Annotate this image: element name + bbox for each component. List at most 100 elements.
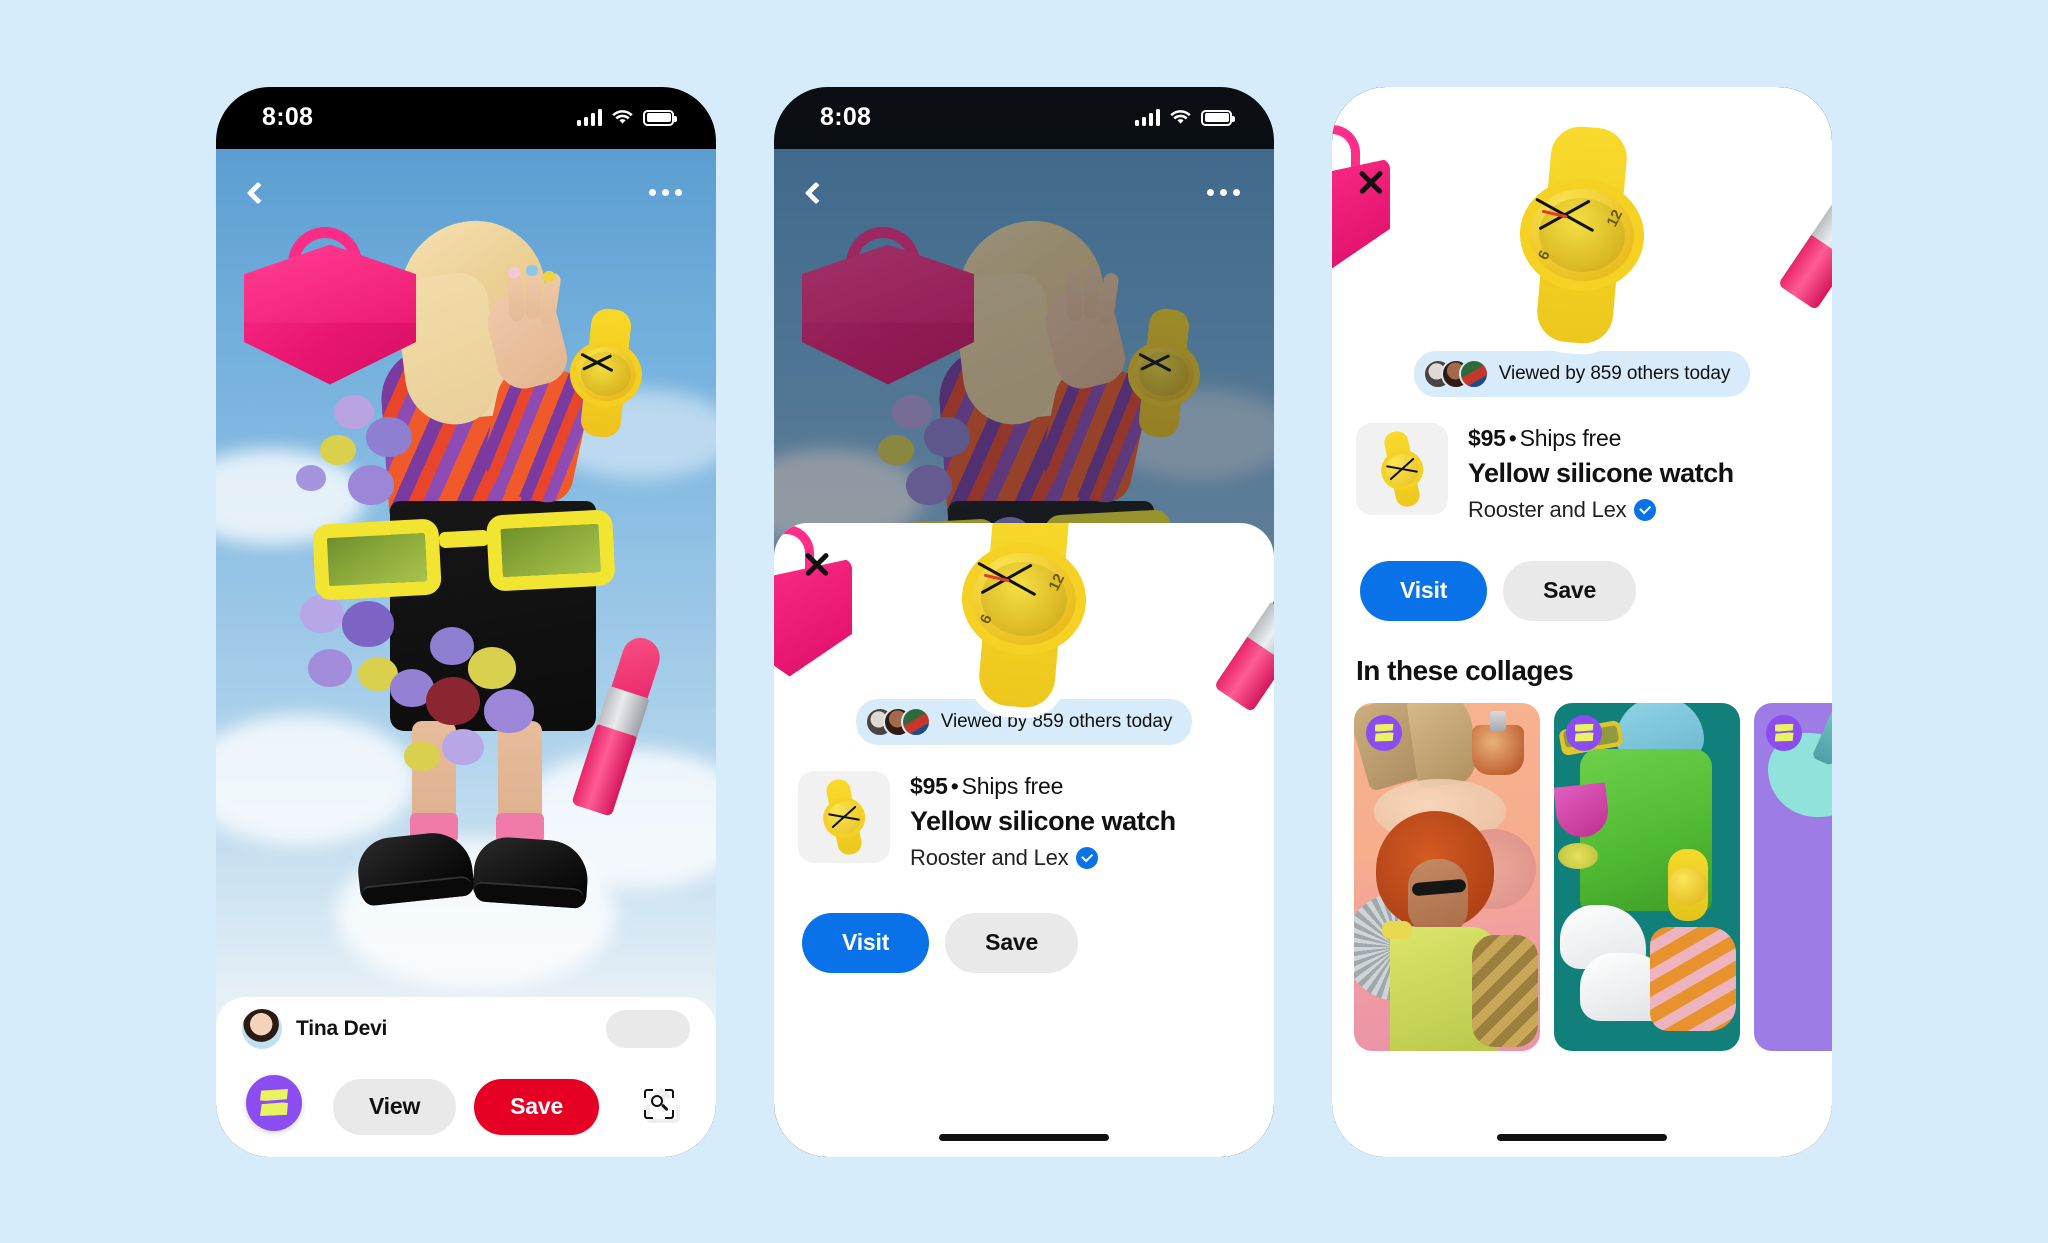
nail-shape (543, 270, 555, 282)
status-icons (576, 109, 677, 126)
status-time: 8:08 (1378, 103, 1430, 131)
perfume-bottle (1472, 724, 1524, 775)
viewer-avatar-3 (1458, 358, 1489, 389)
yellow-watch-accent (1382, 920, 1412, 939)
handbag-sticker (244, 226, 416, 385)
shipping-text: Ships free (961, 772, 1064, 799)
flower-shape (430, 626, 474, 665)
cloud-shape (216, 714, 416, 845)
striped-towel (1650, 926, 1736, 1031)
product-thumbnail-watch[interactable] (1356, 422, 1448, 515)
save-button[interactable]: Save (945, 912, 1079, 973)
separator: • (950, 772, 959, 799)
status-time: 8:08 (262, 103, 314, 131)
battery-full-icon (643, 109, 677, 126)
phone3-screen: 12 6 Viewed by 859 others today $95 • Sh… (1332, 86, 1832, 1157)
price: $95 (910, 772, 948, 799)
status-icons (1134, 109, 1235, 126)
cellular-signal-icon (1692, 109, 1718, 126)
phone1-image-top-bar (216, 167, 716, 219)
product-title: Yellow silicone watch (910, 805, 1176, 836)
flower-shape (320, 434, 356, 465)
collage-card[interactable] (1754, 702, 1832, 1051)
shipping-text: Ships free (1519, 424, 1622, 451)
watch-case (566, 336, 646, 411)
bag-flap (244, 244, 416, 323)
viewer-avatar-stack (864, 706, 931, 737)
flower-shape (366, 416, 412, 457)
close-icon[interactable] (800, 547, 834, 581)
back-icon[interactable] (246, 181, 270, 204)
overflow-menu-icon[interactable] (1207, 189, 1240, 196)
phone3-body: 12 6 Viewed by 859 others today $95 • Sh… (1332, 123, 1832, 1157)
back-icon[interactable] (804, 181, 828, 204)
nail-shape (508, 266, 520, 278)
price: $95 (1468, 424, 1506, 451)
chain-shape (1472, 934, 1538, 1047)
lipstick-sticker (1207, 551, 1274, 717)
product-row[interactable]: $95 • Ships free Yellow silicone watch Roo… (774, 745, 1274, 871)
flower-shape (484, 688, 534, 733)
perfume-cap (1490, 710, 1506, 731)
phone-mockup-2: 12 6 Viewed by 859 others today $95 • Sh… (774, 86, 1274, 1157)
collage-card[interactable] (1354, 702, 1540, 1051)
flower-shape (334, 394, 374, 429)
sheet-hero: 12 6 (774, 522, 1274, 712)
price-shipping-line: $95 • Ships free (910, 773, 1176, 800)
close-icon[interactable] (1354, 165, 1388, 199)
follow-button[interactable] (606, 1009, 690, 1048)
product-row[interactable]: $95 • Ships free Yellow silicone watch Roo… (1332, 397, 1832, 523)
avatar (242, 1008, 282, 1049)
visit-button[interactable]: Visit (1360, 560, 1488, 621)
lens-glyph (644, 1088, 674, 1119)
flower-shape (296, 464, 326, 491)
merchant-name: Rooster and Lex (910, 844, 1069, 870)
save-button[interactable]: Save (1503, 560, 1637, 621)
collage-badge-icon[interactable] (246, 1074, 302, 1131)
flower-shape (308, 648, 352, 687)
collages-carousel[interactable] (1332, 702, 1832, 1051)
phone1-status-bar: 8:08 (216, 87, 716, 149)
phone1-screen: Tina Devi View Save 8:08 (216, 87, 716, 1157)
viewed-by-text: Viewed by 859 others today (940, 710, 1173, 732)
flower-shape (404, 740, 440, 771)
boot-shape (1406, 702, 1480, 789)
overflow-menu-icon[interactable] (649, 189, 682, 196)
watch-face (1668, 866, 1708, 905)
phone2-status-bar: 8:08 (774, 87, 1274, 149)
cta-row: Visit Save (1332, 523, 1832, 621)
phone3-hero: 12 6 (1332, 123, 1832, 351)
visual-search-lens-icon[interactable] (630, 1074, 688, 1133)
nail-shape (526, 264, 538, 276)
wifi-icon (1728, 110, 1749, 124)
status-time: 8:08 (820, 103, 872, 131)
viewed-by-text: Viewed by 859 others today (1498, 362, 1731, 384)
view-button[interactable]: View (332, 1078, 457, 1135)
phone-mockup-1: Tina Devi View Save 8:08 (216, 86, 716, 1157)
collage-badge-icon (1366, 714, 1402, 751)
home-indicator (939, 1133, 1109, 1141)
wifi-icon (612, 110, 633, 124)
collage-card[interactable] (1554, 702, 1740, 1051)
save-button[interactable]: Save (474, 1078, 600, 1135)
product-hero-watch[interactable]: 12 6 (951, 522, 1097, 712)
screenshot-canvas: Tina Devi View Save 8:08 (0, 0, 2048, 1243)
phone-mockup-3: 12 6 Viewed by 859 others today $95 • Sh… (1332, 86, 1832, 1157)
product-thumbnail-watch[interactable] (798, 770, 890, 863)
verified-badge-icon (1634, 498, 1657, 521)
creator-name: Tina Devi (296, 1016, 388, 1040)
phone2-image-top-bar (774, 167, 1274, 219)
lime-slice (1558, 842, 1598, 869)
cellular-signal-icon (1134, 109, 1160, 126)
face-shape (1408, 858, 1468, 935)
viewer-avatar-3 (900, 706, 931, 737)
collage-glyph (260, 1089, 288, 1116)
flower-shape (426, 676, 480, 725)
creator-row[interactable]: Tina Devi (216, 996, 716, 1061)
price-shipping-line: $95 • Ships free (1468, 425, 1734, 452)
battery-full-icon (1201, 109, 1235, 126)
product-hero-watch[interactable]: 12 6 (1509, 121, 1655, 347)
viewer-avatar-stack (1422, 358, 1489, 389)
phone2-screen: 12 6 Viewed by 859 others today $95 • Sh… (774, 86, 1274, 1157)
visit-button[interactable]: Visit (802, 912, 930, 973)
